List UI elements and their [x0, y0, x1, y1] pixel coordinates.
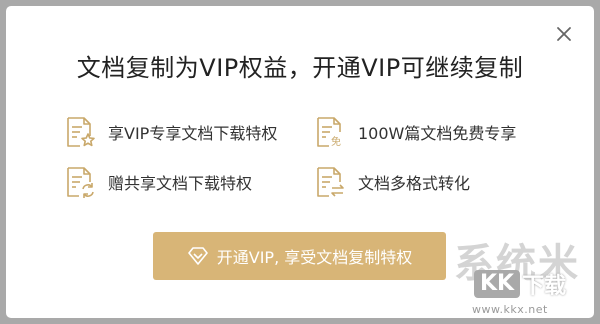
feature-list: 享VIP专享文档下载特权 免 100W篇文档免费专享 赠共享文档下载特权 文档多… [62, 114, 542, 200]
close-button[interactable] [554, 24, 574, 44]
feature-item: 文档多格式转化 [312, 164, 542, 200]
feature-item: 享VIP专享文档下载特权 [62, 114, 312, 150]
document-free-icon: 免 [312, 114, 348, 150]
open-vip-label: 开通VIP, 享受文档复制特权 [216, 248, 413, 267]
feature-item: 赠共享文档下载特权 [62, 164, 312, 200]
open-vip-button[interactable]: 开通VIP, 享受文档复制特权 [153, 232, 446, 280]
feature-label: 文档多格式转化 [358, 174, 471, 193]
feature-label: 赠共享文档下载特权 [108, 174, 253, 193]
watermark-url: www.kkx.net [472, 303, 548, 316]
svg-text:免: 免 [331, 135, 341, 148]
feature-label: 100W篇文档免费专享 [358, 124, 517, 143]
diamond-icon [187, 245, 209, 267]
document-refresh-icon [62, 164, 98, 200]
feature-item: 免 100W篇文档免费专享 [312, 114, 542, 150]
watermark-badge-sub: 下载 [522, 274, 567, 299]
close-icon [557, 27, 571, 41]
dialog-title: 文档复制为VIP权益，开通VIP可继续复制 [76, 54, 524, 82]
watermark-badge: KK 下载 [474, 268, 566, 300]
feature-label: 享VIP专享文档下载特权 [108, 124, 278, 143]
watermark-badge-main: KK [474, 269, 521, 299]
document-convert-icon [312, 164, 348, 200]
document-star-icon [62, 114, 98, 150]
